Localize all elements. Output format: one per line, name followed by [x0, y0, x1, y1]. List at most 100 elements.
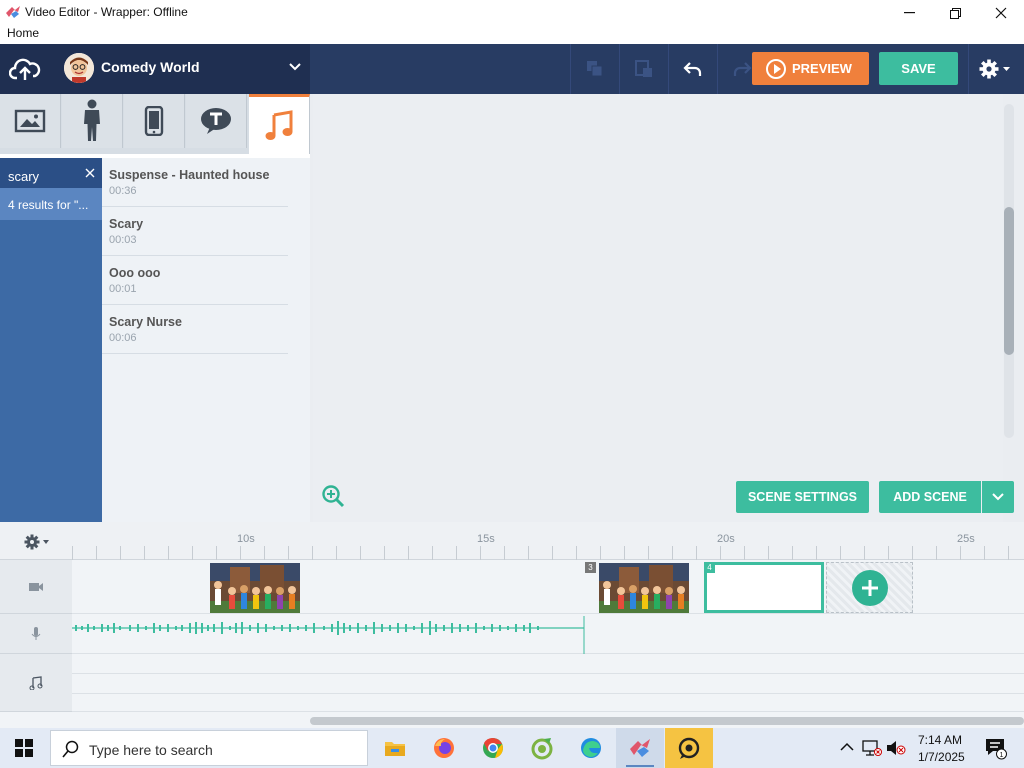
save-button[interactable]: SAVE: [879, 52, 958, 85]
clear-search-icon[interactable]: [85, 168, 95, 178]
toolbar-divider: [570, 44, 571, 94]
send-backward-icon: [587, 61, 603, 77]
tab-text[interactable]: [186, 94, 247, 148]
minimize-button[interactable]: [886, 0, 932, 26]
video-camera-icon: [29, 582, 43, 591]
tab-characters[interactable]: [62, 94, 123, 148]
taskbar-app-yellow[interactable]: [665, 728, 713, 768]
minimize-icon: [903, 12, 915, 14]
user-face-icon: [64, 53, 94, 83]
preview-button[interactable]: PREVIEW: [752, 52, 869, 85]
gear-icon[interactable]: [978, 56, 1012, 82]
text-bubble-icon: [201, 108, 231, 134]
taskbar-chrome-app[interactable]: [469, 728, 517, 768]
music-track-header: [0, 654, 72, 712]
toolbar-divider: [668, 44, 669, 94]
notification-icon: 1: [986, 739, 1007, 760]
taskbar-wrapper-offline[interactable]: [616, 728, 664, 768]
scene-thumbnail-selected[interactable]: [704, 562, 824, 613]
chevron-up-icon[interactable]: [840, 742, 854, 752]
cloud-upload-icon[interactable]: [9, 56, 41, 82]
music-note-icon: [29, 675, 43, 690]
chevron-down-icon[interactable]: [289, 63, 301, 71]
undo-icon: [683, 62, 702, 76]
sound-duration: 00:03: [109, 234, 137, 246]
music-track-2[interactable]: [72, 674, 1024, 694]
music-note-icon: [265, 109, 293, 140]
start-button[interactable]: [0, 728, 48, 768]
voice-track[interactable]: [72, 614, 1024, 654]
project-name[interactable]: Comedy World: [101, 59, 200, 75]
image-icon: [14, 109, 46, 133]
tab-sounds[interactable]: [249, 94, 310, 154]
audio-waveform[interactable]: [72, 614, 592, 654]
timeline: 10s 15s 20s 25s: [0, 522, 1024, 728]
network-icon[interactable]: [862, 739, 882, 757]
undo-button[interactable]: [680, 56, 706, 82]
volume-muted-icon[interactable]: [886, 740, 906, 756]
edge-icon: [581, 738, 601, 758]
close-button[interactable]: [978, 0, 1024, 26]
taskbar-edge[interactable]: [567, 728, 615, 768]
add-scene-slot[interactable]: [826, 562, 913, 613]
asset-tabs: [0, 94, 310, 154]
menu-bar: Home: [0, 26, 1024, 44]
scene-settings-label: SCENE SETTINGS: [747, 490, 858, 504]
search-placeholder: Type here to search: [89, 742, 213, 758]
tab-props[interactable]: [124, 94, 185, 148]
list-item[interactable]: Scary Nurse 00:06: [102, 305, 288, 354]
scene-thumbnail[interactable]: [210, 563, 300, 613]
search-panel: scary 4 results for "...: [0, 158, 102, 522]
bring-forward-icon: [635, 60, 652, 77]
sound-list: Suspense - Haunted house 00:36 Scary 00:…: [102, 158, 310, 522]
zoom-in-icon[interactable]: [321, 484, 345, 508]
timeline-scrollbar[interactable]: [310, 717, 1024, 725]
taskbar-firefox[interactable]: [420, 728, 468, 768]
close-icon: [995, 7, 1007, 19]
toolbar-divider: [619, 44, 620, 94]
stage-scrollbar[interactable]: [1004, 104, 1014, 438]
taskbar-app-green[interactable]: [518, 728, 566, 768]
list-item[interactable]: Suspense - Haunted house 00:36: [102, 158, 288, 207]
video-track-header: [0, 560, 72, 614]
stage-canvas[interactable]: [313, 94, 1003, 522]
scrollbar-thumb[interactable]: [1004, 207, 1014, 355]
sound-name: Suspense - Haunted house: [109, 168, 270, 182]
add-scene-label: ADD SCENE: [893, 490, 967, 504]
svg-text:1: 1: [1000, 752, 1004, 759]
save-label: SAVE: [901, 61, 936, 76]
stage-area: [310, 94, 1024, 522]
add-scene-dropdown[interactable]: [982, 481, 1014, 513]
notifications-button[interactable]: 1: [984, 736, 1008, 760]
timeline-gear-icon[interactable]: [22, 532, 54, 552]
scene-settings-button[interactable]: SCENE SETTINGS: [736, 481, 869, 513]
menu-home[interactable]: Home: [7, 26, 39, 40]
send-backward-button[interactable]: [582, 56, 608, 82]
list-item[interactable]: Scary 00:03: [102, 207, 288, 256]
clock-time[interactable]: 7:14 AM: [918, 733, 962, 747]
bring-forward-button[interactable]: [631, 56, 657, 82]
timeline-ruler[interactable]: 10s 15s 20s 25s: [0, 522, 1024, 560]
avatar[interactable]: [64, 53, 94, 83]
list-item[interactable]: Ooo ooo 00:01: [102, 256, 288, 305]
app-logo-icon: [630, 739, 650, 757]
scene-preview-image: [210, 563, 300, 613]
music-track-3[interactable]: [72, 694, 1024, 712]
taskbar-search-box[interactable]: Type here to search: [50, 730, 368, 766]
tab-backgrounds[interactable]: [0, 94, 61, 148]
music-track[interactable]: [72, 654, 1024, 674]
clock-date[interactable]: 1/7/2025: [918, 750, 965, 764]
tick-label: 20s: [717, 533, 735, 545]
windows-logo-icon: [15, 739, 33, 757]
add-scene-button[interactable]: ADD SCENE: [879, 481, 981, 513]
restore-button[interactable]: [932, 0, 978, 26]
sound-name: Scary Nurse: [109, 315, 182, 329]
chevron-down-icon: [992, 493, 1004, 501]
scene-thumbnail[interactable]: [599, 563, 689, 613]
sound-name: Ooo ooo: [109, 266, 161, 280]
results-count-label[interactable]: 4 results for "...: [0, 188, 102, 220]
voice-track-header: [0, 614, 72, 654]
ruler-ticks: [72, 546, 1024, 560]
sound-duration: 00:36: [109, 185, 137, 197]
taskbar-file-explorer[interactable]: [371, 728, 419, 768]
